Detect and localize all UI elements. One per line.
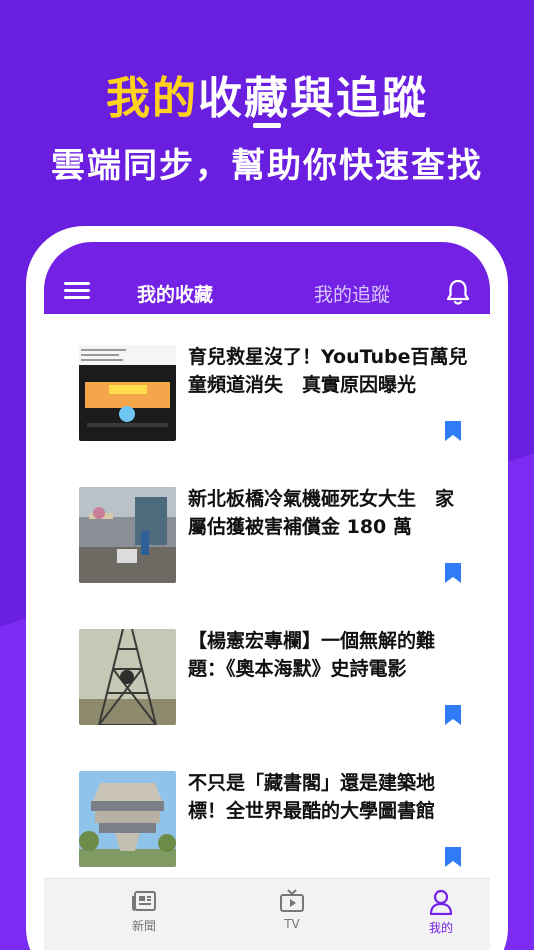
article-thumbnail	[79, 345, 176, 441]
promo-title-rest: 收藏與追蹤	[198, 73, 428, 124]
promo-subtitle: 雲端同步，幫助你快速查找	[51, 146, 483, 186]
promo-title: 我的收藏與追蹤	[0, 62, 534, 126]
user-icon	[429, 889, 453, 915]
phone-frame: 我的收藏 我的追蹤 育兒救星沒了！YouTube百萬兒童頻道消失 真實原因曝光 …	[26, 226, 508, 950]
nav-news-label: 新聞	[131, 919, 156, 933]
article-thumbnail	[79, 629, 176, 725]
nav-news[interactable]: 新聞	[104, 889, 184, 934]
bookmark-icon[interactable]	[444, 704, 462, 726]
tab-my-following[interactable]: 我的追蹤	[314, 280, 390, 307]
nav-mine[interactable]: 我的	[401, 889, 481, 936]
notification-bell-icon[interactable]	[444, 278, 472, 306]
tv-icon	[280, 889, 304, 912]
bottom-navigation: 新聞 TV 我的	[44, 878, 490, 950]
bookmark-icon[interactable]	[444, 562, 462, 584]
promo-divider	[253, 123, 281, 128]
bookmark-icon[interactable]	[444, 420, 462, 442]
app-bar: 我的收藏 我的追蹤	[44, 242, 490, 314]
list-item[interactable]: 【楊憲宏專欄】一個無解的難題：《奧本海默》史詩電影	[44, 598, 490, 740]
nav-tv[interactable]: TV	[252, 889, 332, 931]
article-headline[interactable]: 新北板橋冷氣機砸死女大生 家屬估獲被害補償金 180 萬	[188, 485, 468, 541]
bookmark-icon[interactable]	[444, 846, 462, 868]
article-thumbnail	[79, 487, 176, 583]
article-thumbnail	[79, 771, 176, 867]
promo-title-highlight: 我的	[106, 73, 198, 124]
list-item[interactable]: 新北板橋冷氣機砸死女大生 家屬估獲被害補償金 180 萬	[44, 456, 490, 598]
app-screen: 我的收藏 我的追蹤 育兒救星沒了！YouTube百萬兒童頻道消失 真實原因曝光 …	[44, 242, 490, 950]
article-headline[interactable]: 不只是「藏書閣」還是建築地標！全世界最酷的大學圖書館	[188, 769, 468, 825]
nav-mine-label: 我的	[428, 921, 453, 935]
nav-tv-label: TV	[284, 917, 300, 931]
article-headline[interactable]: 育兒救星沒了！YouTube百萬兒童頻道消失 真實原因曝光	[188, 343, 468, 399]
list-item[interactable]: 不只是「藏書閣」還是建築地標！全世界最酷的大學圖書館	[44, 740, 490, 882]
article-headline[interactable]: 【楊憲宏專欄】一個無解的難題：《奧本海默》史詩電影	[188, 627, 468, 683]
list-item[interactable]: 育兒救星沒了！YouTube百萬兒童頻道消失 真實原因曝光	[44, 314, 490, 456]
tab-my-favorites[interactable]: 我的收藏	[137, 280, 213, 307]
hamburger-menu-icon[interactable]	[64, 282, 90, 300]
newspaper-icon	[132, 891, 156, 911]
